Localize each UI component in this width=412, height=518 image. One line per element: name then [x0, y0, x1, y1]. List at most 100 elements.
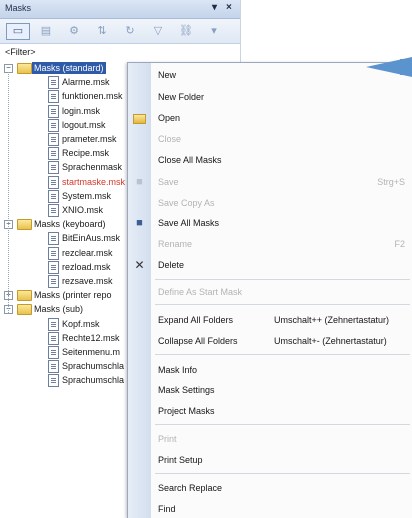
tree-item-label: Sprachumschla — [62, 361, 125, 371]
mask-file-icon — [48, 119, 59, 132]
tree-item-label: startmaske.msk — [62, 177, 126, 187]
menu-item-close-all[interactable]: Close All Masks — [128, 151, 412, 169]
menu-item-label: Save — [158, 177, 179, 187]
folder-icon — [17, 304, 32, 315]
mask-file-icon — [48, 275, 59, 288]
tree-item-label: BitEinAus.msk — [62, 233, 121, 243]
close-icon[interactable]: × — [226, 2, 232, 13]
menu-item-save[interactable]: ■ Save Strg+S — [128, 173, 412, 191]
tree-item-label: Recipe.msk — [62, 148, 110, 158]
menu-item-shortcut: Strg+S — [377, 177, 405, 187]
menu-item-define-start[interactable]: Define As Start Mask — [128, 283, 412, 301]
mask-file-icon — [48, 332, 59, 345]
menu-item-find[interactable]: Find — [128, 500, 412, 518]
menu-item-label: New Folder — [158, 92, 205, 102]
menu-item-label: Save All Masks — [158, 218, 220, 228]
filter-button[interactable]: ▽ — [146, 23, 170, 40]
sort-button[interactable]: ⇅ — [90, 23, 114, 40]
menu-separator — [155, 473, 410, 474]
grid-view-button[interactable]: ▤ — [34, 23, 58, 40]
menu-item-label: Open — [158, 113, 181, 123]
mask-file-icon — [48, 346, 59, 359]
tree-folder-label: Masks (standard) — [32, 62, 106, 74]
menu-separator — [155, 354, 410, 355]
tree-folder-label: Masks (sub) — [34, 304, 84, 314]
options-button[interactable]: ▾ — [202, 23, 226, 40]
mask-file-icon — [48, 232, 59, 245]
menu-item-new-folder[interactable]: New Folder — [128, 88, 412, 106]
menu-item-search-replace[interactable]: Search Replace — [128, 479, 412, 497]
delete-icon: ✕ — [134, 258, 145, 272]
menu-item-save-copy[interactable]: Save Copy As — [128, 194, 412, 212]
menu-item-label: Collapse All Folders — [158, 336, 238, 346]
tree-item-label: rezsave.msk — [62, 276, 113, 286]
pin-icon[interactable]: ▾ — [212, 2, 217, 13]
menu-item-save-all[interactable]: ■ Save All Masks — [128, 214, 412, 232]
mask-file-icon — [48, 176, 59, 189]
menu-item-label: Print Setup — [158, 455, 203, 465]
mask-file-icon — [48, 204, 59, 217]
menu-separator — [155, 279, 410, 280]
panel-titlebar: Masks ▾ × — [0, 0, 240, 19]
tree-item-label: XNIO.msk — [62, 205, 104, 215]
menu-item-label: Close — [158, 134, 182, 144]
panel-title: Masks — [5, 3, 32, 13]
tree-item-label: Kopf.msk — [62, 319, 100, 329]
tree-item-label: rezclear.msk — [62, 248, 113, 258]
folder-icon — [17, 63, 32, 74]
menu-item-print-setup[interactable]: Print Setup — [128, 451, 412, 469]
menu-item-project-masks[interactable]: Project Masks — [128, 402, 412, 420]
tree-item-label: System.msk — [62, 191, 112, 201]
menu-item-open[interactable]: Open — [128, 109, 412, 127]
tree-item-label: Alarme.msk — [62, 77, 110, 87]
properties-button[interactable]: ⚙ — [62, 23, 86, 40]
menu-item-label: Project Masks — [158, 406, 215, 416]
filter-label[interactable]: <Filter> — [5, 47, 36, 57]
menu-item-label: Print — [158, 434, 177, 444]
menu-item-label: New — [158, 70, 177, 80]
tree-folder-label: Masks (printer repo — [34, 290, 112, 300]
menu-item-shortcut: Umschalt+- (Zehnertastatur) — [274, 336, 387, 346]
context-menu: New New Folder Open Close Close All Mask… — [127, 62, 412, 518]
save-all-icon: ■ — [136, 217, 143, 229]
mask-file-icon — [48, 147, 59, 160]
menu-item-mask-info[interactable]: Mask Info — [128, 361, 412, 379]
menu-separator — [155, 304, 410, 305]
save-icon: ■ — [136, 176, 143, 188]
link-button[interactable]: ⛓ — [174, 23, 198, 40]
tree-item-label: Rechte12.msk — [62, 333, 120, 343]
refresh-button[interactable]: ↻ — [118, 23, 142, 40]
tree-item-label: logout.msk — [62, 120, 106, 130]
tree-item-label: Sprachenmask — [62, 162, 123, 172]
mask-file-icon — [48, 360, 59, 373]
mask-view-button[interactable]: ▭ — [6, 23, 30, 40]
mask-file-icon — [48, 247, 59, 260]
mask-file-icon — [48, 261, 59, 274]
menu-item-mask-settings[interactable]: Mask Settings — [128, 381, 412, 399]
menu-item-expand-all[interactable]: Expand All Folders Umschalt++ (Zehnertas… — [128, 311, 412, 329]
mask-file-icon — [48, 374, 59, 387]
menu-item-label: Find — [158, 504, 176, 514]
menu-item-rename[interactable]: Rename F2 — [128, 235, 412, 253]
menu-item-label: Define As Start Mask — [158, 287, 243, 297]
panel-toolbar: ▭ ▤ ⚙ ⇅ ↻ ▽ ⛓ ▾ — [0, 19, 240, 44]
menu-item-delete[interactable]: ✕ Delete — [128, 256, 412, 274]
folder-icon — [17, 290, 32, 301]
menu-item-label: Mask Info — [158, 365, 198, 375]
tree-item-label: Seitenmenu.m — [62, 347, 121, 357]
menu-item-label: Mask Settings — [158, 385, 215, 395]
tree-item-label: rezload.msk — [62, 262, 111, 272]
menu-item-close[interactable]: Close — [128, 130, 412, 148]
mask-file-icon — [48, 76, 59, 89]
menu-item-collapse-all[interactable]: Collapse All Folders Umschalt+- (Zehnert… — [128, 332, 412, 350]
menu-item-print[interactable]: Print — [128, 430, 412, 448]
folder-icon — [17, 219, 32, 230]
menu-item-label: Save Copy As — [158, 198, 215, 208]
mask-file-icon — [48, 161, 59, 174]
menu-item-label: Expand All Folders — [158, 315, 234, 325]
menu-separator — [155, 424, 410, 425]
tree-item-label: prameter.msk — [62, 134, 117, 144]
callout-arrow-tail — [400, 59, 412, 75]
menu-item-label: Search Replace — [158, 483, 223, 493]
open-folder-icon — [133, 114, 146, 124]
